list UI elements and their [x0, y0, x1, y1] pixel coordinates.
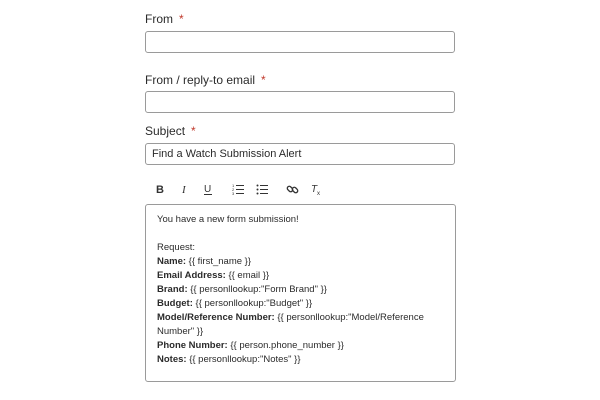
bullet-list-icon[interactable]: [254, 181, 270, 197]
message-body-editor[interactable]: You have a new form submission! Request:…: [145, 204, 456, 382]
required-asterisk: *: [179, 12, 184, 26]
email-settings-form: From * From / reply-to email * Subject *…: [0, 0, 600, 400]
template-field-line: Budget: {{ personllookup:"Budget" }}: [157, 297, 444, 311]
editor-toolbar: B I U 1 2 3 T x: [152, 181, 324, 197]
field-label: Phone Number:: [157, 340, 228, 351]
underline-icon[interactable]: U: [200, 181, 216, 197]
field-template-value: {{ person.phone_number }}: [227, 340, 344, 351]
field-template-value: {{ email }}: [225, 270, 270, 281]
from-input[interactable]: [145, 31, 455, 53]
field-label: Email Address:: [157, 270, 226, 281]
svg-text:3: 3: [232, 191, 235, 195]
field-label: Brand:: [157, 284, 188, 295]
clear-format-icon[interactable]: T x: [308, 181, 324, 197]
link-icon[interactable]: [284, 181, 300, 197]
subject-label: Subject *: [145, 124, 196, 138]
required-asterisk: *: [191, 124, 196, 138]
template-field-line: Phone Number: {{ person.phone_number }}: [157, 339, 444, 353]
italic-icon[interactable]: I: [176, 181, 192, 197]
template-field-line: Brand: {{ personllookup:"Form Brand" }}: [157, 283, 444, 297]
template-field-line: Email Address: {{ email }}: [157, 269, 444, 283]
svg-text:U: U: [204, 184, 211, 195]
bold-icon[interactable]: B: [152, 181, 168, 197]
ordered-list-icon[interactable]: 1 2 3: [230, 181, 246, 197]
field-label: Budget:: [157, 298, 193, 309]
reply-to-email-label-text: From / reply-to email: [145, 73, 256, 87]
field-label: Model/Reference Number:: [157, 312, 275, 323]
intro-text: You have a new form submission!: [157, 214, 299, 225]
required-asterisk: *: [261, 73, 266, 87]
subject-label-text: Subject: [145, 124, 186, 138]
svg-text:x: x: [317, 191, 320, 196]
from-label: From *: [145, 12, 184, 26]
field-label: Name:: [157, 256, 187, 267]
svg-text:I: I: [181, 184, 187, 195]
field-template-value: {{ personllookup:"Form Brand" }}: [187, 284, 327, 295]
template-field-line: Model/Reference Number: {{ personllookup…: [157, 311, 444, 339]
field-label: Notes:: [157, 354, 187, 365]
reply-to-email-label: From / reply-to email *: [145, 73, 266, 87]
field-template-value: {{ personllookup:"Notes" }}: [186, 354, 301, 365]
template-field-line: Name: {{ first_name }}: [157, 255, 444, 269]
request-label: Request:: [157, 242, 196, 253]
svg-text:B: B: [156, 184, 164, 195]
template-field-line: Notes: {{ personllookup:"Notes" }}: [157, 353, 444, 367]
reply-to-email-input[interactable]: [145, 91, 455, 113]
from-label-text: From: [145, 12, 173, 26]
subject-input[interactable]: [145, 143, 455, 165]
template-field-list: Name: {{ first_name }} Email Address: {{ …: [157, 255, 444, 367]
field-template-value: {{ personllookup:"Budget" }}: [192, 298, 313, 309]
field-template-value: {{ first_name }}: [186, 256, 252, 267]
